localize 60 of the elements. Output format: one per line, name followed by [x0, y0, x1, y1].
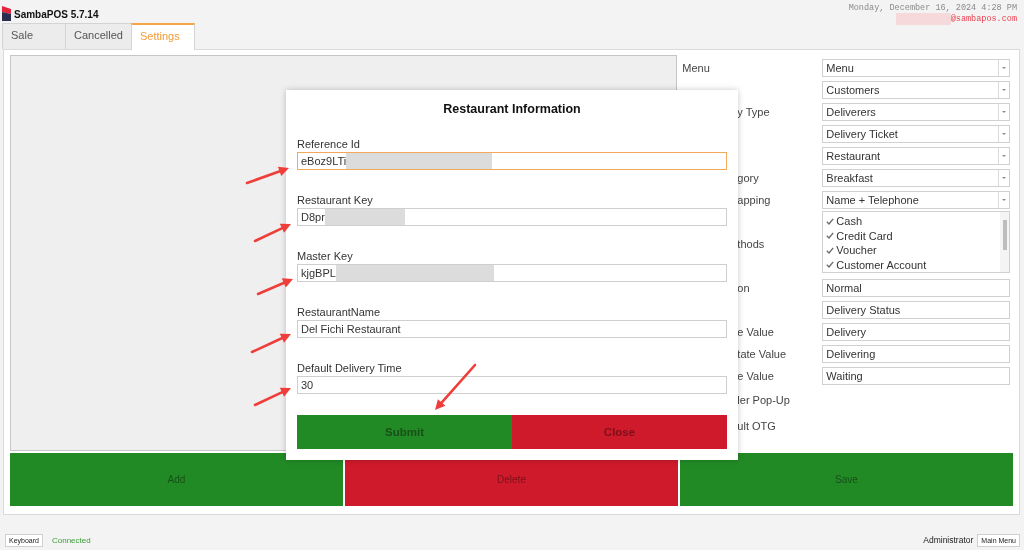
- dropdown[interactable]: Delivery Ticket: [822, 125, 1011, 143]
- setting-label: e Value: [736, 326, 775, 338]
- text-field[interactable]: Delivery: [822, 323, 1011, 341]
- annotation-arrow: [250, 333, 291, 354]
- dropdown[interactable]: Restaurant: [822, 147, 1011, 165]
- input-field[interactable]: kjgBPL: [297, 264, 727, 282]
- caret-icon: [1002, 133, 1007, 135]
- caret-icon: [1002, 155, 1007, 157]
- dropdown[interactable]: Customers: [822, 81, 1011, 99]
- scrollbar[interactable]: [1000, 212, 1010, 272]
- field-label: Master Key: [297, 250, 353, 263]
- text-field[interactable]: Delivering: [822, 345, 1011, 363]
- annotation-arrow: [256, 278, 293, 296]
- annotation-arrow: [435, 363, 477, 410]
- tab[interactable]: Cancelled: [65, 23, 132, 49]
- app-logo-icon: [2, 5, 11, 21]
- text-field[interactable]: Delivery Status: [822, 301, 1011, 319]
- dropdown[interactable]: Menu: [822, 59, 1011, 77]
- setting-label: thods: [736, 238, 766, 250]
- field-label: RestaurantName: [297, 306, 381, 319]
- annotation-arrow: [245, 166, 289, 185]
- input-field[interactable]: Del Fichi Restaurant: [297, 320, 727, 338]
- field-label: Default Delivery Time: [297, 362, 402, 375]
- setting-label: ult OTG: [736, 420, 777, 432]
- dropdown[interactable]: Name + Telephone: [822, 191, 1011, 209]
- setting-label: ler Pop-Up: [736, 394, 791, 406]
- checklist-item[interactable]: Credit Card: [826, 228, 1001, 243]
- caret-icon: [1002, 199, 1007, 201]
- checklist[interactable]: Cash Credit Card Voucher Customer Account: [822, 211, 1011, 273]
- field-label: Reference Id: [297, 138, 360, 151]
- app-title: SambaPOS 5.7.14: [14, 9, 99, 21]
- setting-label: tate Value: [736, 348, 788, 360]
- setting-label: on: [736, 282, 751, 294]
- input-field[interactable]: eBoz9LTi: [297, 152, 727, 170]
- caret-icon: [1002, 67, 1007, 69]
- text-field[interactable]: Waiting: [822, 367, 1011, 385]
- checklist-item[interactable]: Cash: [826, 214, 1001, 229]
- annotation-arrow: [253, 387, 291, 407]
- field-label: Restaurant Key: [297, 194, 373, 207]
- date-time: Monday, December 16, 2024 4:28 PM: [848, 3, 1017, 13]
- input-field[interactable]: 30: [297, 376, 727, 394]
- text-field[interactable]: Normal: [822, 279, 1011, 297]
- setting-label: Menu: [681, 62, 711, 74]
- dialog-title: Restaurant Information: [443, 101, 581, 117]
- caret-icon: [1002, 177, 1007, 179]
- setting-label: e Value: [736, 370, 775, 382]
- user-email: @sambapos.com: [950, 14, 1017, 24]
- dropdown[interactable]: Breakfast: [822, 169, 1011, 187]
- setting-label: apping: [736, 194, 772, 206]
- checklist-item[interactable]: Voucher: [826, 243, 1001, 258]
- checklist-item[interactable]: Customer Account: [826, 257, 1001, 272]
- tab[interactable]: Sale: [2, 23, 66, 49]
- caret-icon: [1002, 89, 1007, 91]
- caret-icon: [1002, 111, 1007, 113]
- input-field[interactable]: D8pr: [297, 208, 727, 226]
- annotation-arrow: [253, 223, 291, 243]
- connection-status: Connected: [51, 535, 91, 545]
- user-name: Administrator: [923, 535, 974, 545]
- dropdown[interactable]: Deliverers: [822, 103, 1011, 121]
- setting-label: gory: [736, 172, 760, 184]
